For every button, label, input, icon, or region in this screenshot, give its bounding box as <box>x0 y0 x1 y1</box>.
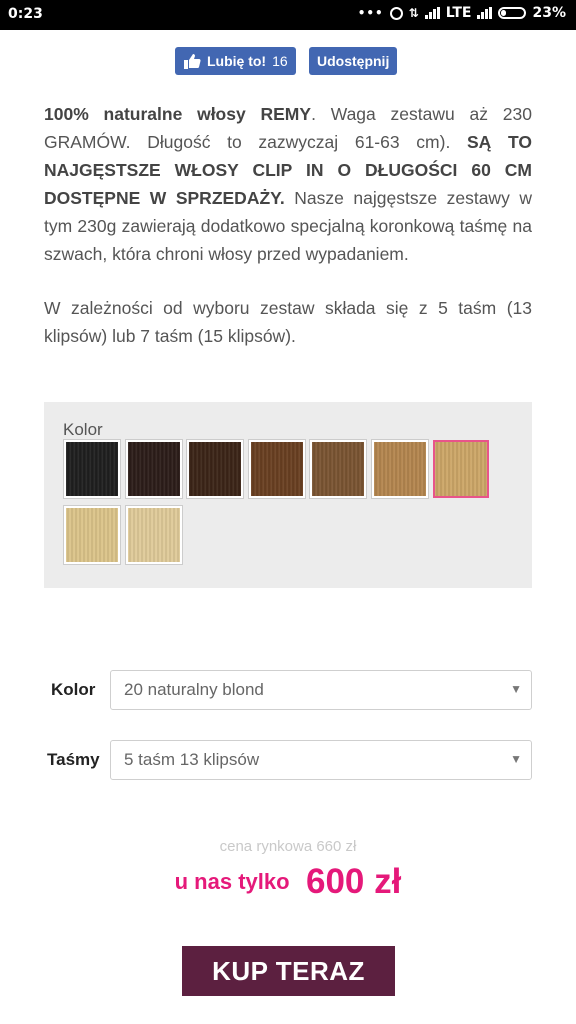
color-select-value: 20 naturalny blond <box>124 680 264 699</box>
data-transfer-icon: ⇅ <box>408 6 419 20</box>
hair-texture <box>66 442 118 496</box>
product-description: 100% naturalne włosy REMY. Waga zestawu … <box>44 100 532 350</box>
color-select-label: Kolor <box>51 680 96 699</box>
hair-texture <box>66 508 118 562</box>
price-lead: u nas tylko <box>174 869 290 894</box>
swatch-7[interactable] <box>433 440 489 498</box>
strips-select[interactable]: 5 taśm 13 klipsów ▼ <box>110 740 532 780</box>
hair-texture <box>250 442 303 496</box>
swatch-3[interactable] <box>187 440 243 498</box>
hair-texture <box>127 442 180 496</box>
status-time: 0:23 <box>8 6 43 22</box>
signal-icon <box>424 7 440 19</box>
battery-percent: 23% <box>532 5 566 21</box>
color-select[interactable]: 20 naturalny blond ▼ <box>110 670 532 710</box>
swatch-4[interactable] <box>248 440 305 498</box>
price-row: u nas tylko 600 zł <box>0 862 576 902</box>
market-price: cena rynkowa 660 zł <box>219 838 357 855</box>
signal-secondary-icon <box>477 7 493 19</box>
like-label: Lubię to! <box>207 53 267 69</box>
network-type: LTE <box>445 5 472 21</box>
alarm-icon <box>389 6 403 20</box>
color-swatch-panel: Kolor <box>44 402 532 588</box>
notification-dots-icon: ••• <box>357 6 384 20</box>
strips-select-label: Taśmy <box>47 750 100 769</box>
dropdown-arrow-icon: ▼ <box>510 682 522 696</box>
swatch-9[interactable] <box>125 506 182 564</box>
status-icons: ••• ⇅ LTE 23% <box>358 5 566 21</box>
status-bar: 0:23 ••• ⇅ LTE 23% <box>0 0 576 30</box>
hair-texture <box>435 442 487 496</box>
dropdown-arrow-icon: ▼ <box>510 752 522 766</box>
share-label: Udostępnij <box>317 53 390 69</box>
description-highlight-1: 100% naturalne włosy REMY <box>44 104 312 124</box>
buy-now-button[interactable]: KUP TERAZ <box>182 946 395 996</box>
swatch-6[interactable] <box>371 440 428 498</box>
strips-select-value: 5 taśm 13 klipsów <box>124 750 260 769</box>
description-paragraph-2: W zależności od wyboru zestaw składa się… <box>44 298 532 346</box>
swatch-panel-title: Kolor <box>63 420 103 439</box>
price-amount: 600 zł <box>306 862 402 901</box>
like-count: 16 <box>272 53 288 69</box>
facebook-like-button[interactable]: Lubię to! 16 <box>175 47 296 75</box>
swatch-1[interactable] <box>64 440 120 498</box>
description-paragraph-1: 100% naturalne włosy REMY. Waga zestawu … <box>44 100 532 268</box>
swatch-2[interactable] <box>125 440 182 498</box>
swatch-8[interactable] <box>64 506 120 564</box>
thumbs-up-icon <box>184 54 201 69</box>
facebook-share-button[interactable]: Udostępnij <box>309 47 398 75</box>
hair-texture <box>312 442 364 496</box>
hair-texture <box>189 442 241 496</box>
hair-texture <box>127 508 180 562</box>
swatch-5[interactable] <box>310 440 366 498</box>
battery-icon <box>498 7 527 19</box>
hair-texture <box>373 442 426 496</box>
